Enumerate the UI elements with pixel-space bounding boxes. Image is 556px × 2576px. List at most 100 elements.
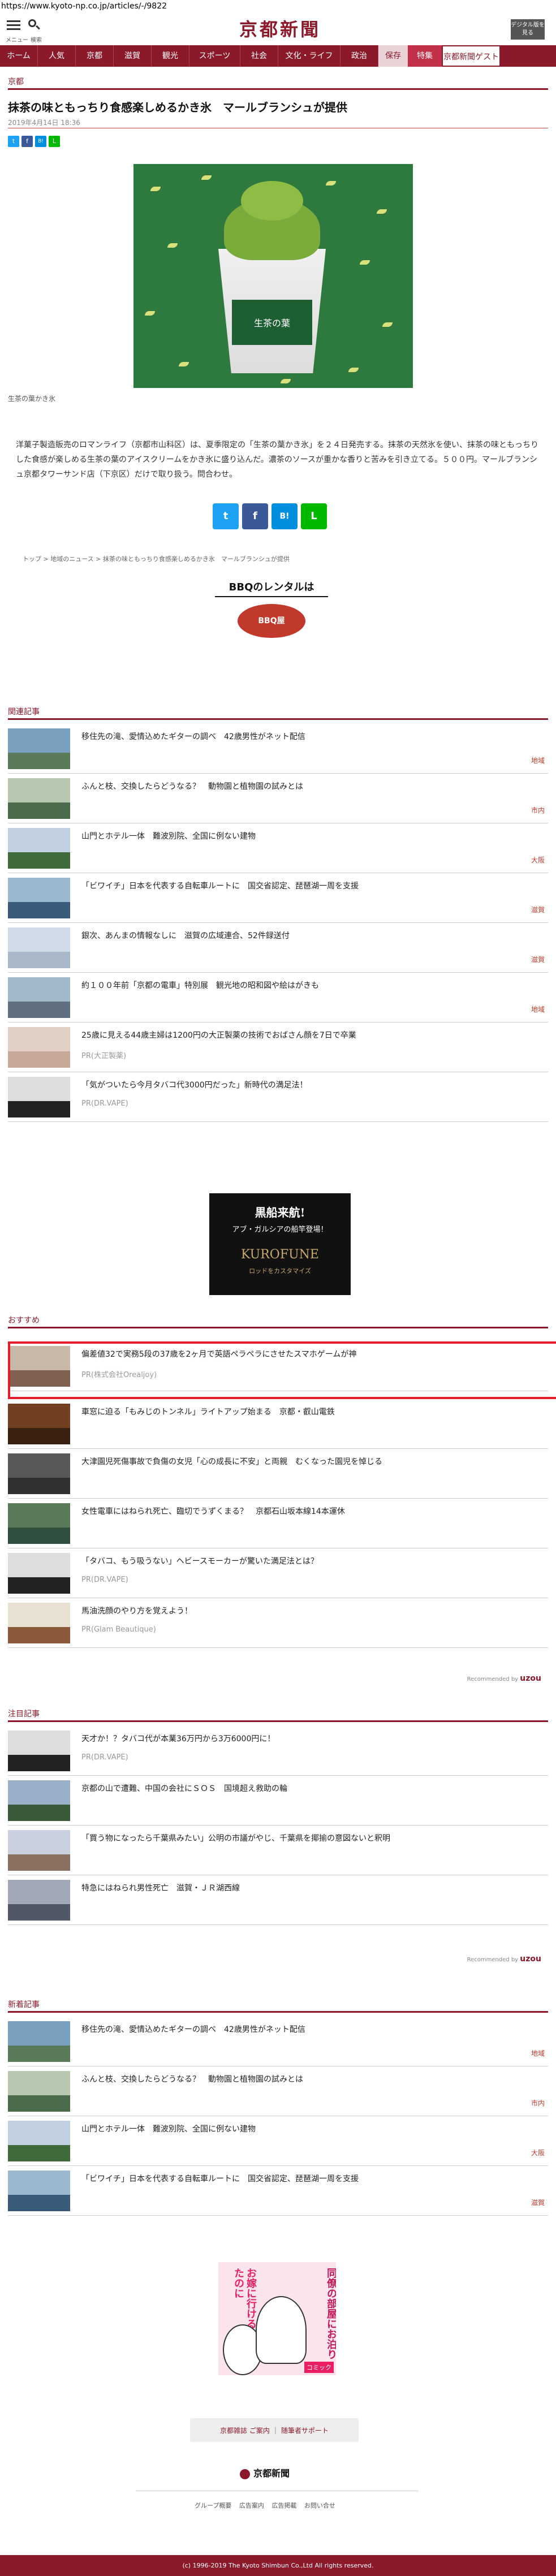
footer-logo-icon	[240, 2469, 250, 2479]
list-item[interactable]: 京都の山で遭難、中国の会社にＳＯＳ 国境超え救助の輪	[8, 1776, 548, 1826]
footer-buttons: 京都雑誌 ご案内 | 随筆者サポート	[190, 2418, 359, 2442]
list-item[interactable]: 「気がついたら今月タバコ代3000円だった」新時代の満足法！ PR(DR.VAPE…	[8, 1072, 548, 1122]
list-item[interactable]: 約１００年前「京都の電車」特別展 観光地の昭和図や絵はがきも 地域	[8, 973, 548, 1022]
uzou-credit[interactable]: Recommended by uzou	[467, 1674, 541, 1683]
menu-label: メニュー	[6, 37, 28, 44]
list-item[interactable]: 天才か！？タバコ代が本業36万円から3万6000円に！ PR(DR.VAPE)	[8, 1726, 548, 1776]
digital-button[interactable]: デジタル版を見る	[511, 19, 545, 40]
nav-society[interactable]: 社会	[240, 45, 278, 67]
ad-text: 同僚の部屋にお泊り	[325, 2268, 336, 2359]
list-item[interactable]: 「タバコ、もう吸うない」ヘビースモーカーが驚いた満足法とは？ PR(DR.VAPE…	[8, 1548, 548, 1598]
breadcrumb-home[interactable]: トップ	[23, 555, 41, 563]
uzou-credit[interactable]: Recommended by uzou	[467, 1954, 541, 1964]
latest-heading: 新着記事	[8, 2000, 40, 2009]
twitter-share-icon[interactable]: t	[8, 136, 19, 147]
line-share-icon[interactable]: L	[49, 136, 60, 147]
list-item[interactable]: 移住先の滝、愛情込めたギターの調べ 42歳男性がネット配信 地域	[8, 2017, 548, 2066]
list-item[interactable]: 「ビワイチ」日本を代表する自転車ルートに 国交省認定、琵琶湖一周を支援 滋賀	[8, 873, 548, 923]
thumbnail	[8, 977, 70, 1018]
copyright-bar: (c) 1996-2019 The Kyoto Shimbun Co.,Ltd …	[0, 2555, 556, 2576]
ad-caption: ロッドをカスタマイズ	[249, 1267, 311, 1275]
list-item[interactable]: 車窓に迫る「もみじのトンネル」ライトアップ始まる 京都・叡山電鉄	[8, 1399, 548, 1449]
breadcrumb-local[interactable]: 地域のニュース	[50, 555, 93, 563]
facebook-share-icon[interactable]: f	[21, 136, 33, 147]
section-label: 京都	[8, 77, 24, 87]
ad-headline: 黒船来航!	[255, 1206, 305, 1219]
bbq-ad[interactable]: BBQのレンタルは BBQ屋	[215, 579, 328, 641]
footer-links[interactable]: グループ概要 広告案内 広告掲載 お問い合せ	[195, 2501, 335, 2510]
nav-guest[interactable]: 京都新聞ゲスト	[442, 45, 501, 67]
nav-popular[interactable]: 人気	[38, 45, 76, 67]
search-label: 検索	[31, 37, 42, 44]
facebook-share-button[interactable]: f	[242, 503, 268, 529]
nav-sports[interactable]: スポーツ	[189, 45, 240, 67]
nav-special[interactable]: 特集	[408, 45, 442, 67]
list-item[interactable]: 「ビワイチ」日本を代表する自転車ルートに 国交省認定、琵琶湖一周を支援 滋賀	[8, 2166, 548, 2216]
list-item[interactable]: ふんと枝、交換したらどうなる？ 動物園と植物園の試みとは 市内	[8, 2066, 548, 2116]
breadcrumb-current: 抹茶の味ともっちり食感楽しめるかき氷 マールブランシュが提供	[102, 555, 290, 563]
thumbnail	[8, 1830, 70, 1871]
article-title: 抹茶の味ともっちり食感楽しめるかき氷 マールブランシュが提供	[8, 101, 347, 114]
bbq-ad-badge: BBQ屋	[238, 604, 305, 638]
list-item[interactable]: ふんと枝、交換したらどうなる？ 動物園と植物園の試みとは 市内	[8, 774, 548, 823]
list-item[interactable]: 移住先の滝、愛情込めたギターの調べ 42歳男性がネット配信 地域	[8, 724, 548, 774]
kurofune-ad[interactable]: 黒船来航! アブ・ガルシアの船竿登場！ KUROFUNE ロッドをカスタマイズ	[209, 1193, 351, 1295]
breadcrumb: トップ > 地域のニュース > 抹茶の味ともっちり食感楽しめるかき氷 マールブラ…	[23, 555, 290, 563]
thumbnail	[8, 1731, 70, 1771]
thumbnail	[8, 1077, 70, 1117]
list-item[interactable]: 山門とホテル一体 難波別院、全国に例ない建物 大阪	[8, 823, 548, 873]
thumbnail	[8, 2171, 70, 2211]
nav-saved[interactable]: 保存	[378, 45, 408, 67]
bbq-ad-title: BBQのレンタルは	[215, 579, 328, 597]
list-item[interactable]: 特急にはねられ男性死亡 滋賀・ＪＲ湖西線	[8, 1875, 548, 1925]
footer-logo[interactable]: 京都新聞	[240, 2466, 290, 2479]
line-share-button[interactable]: L	[301, 503, 327, 529]
site-logo[interactable]: 京都新聞	[226, 18, 334, 41]
footer-link-support[interactable]: 随筆者サポート	[281, 2426, 329, 2435]
ad-subline: アブ・ガルシアの船竿登場！	[232, 1226, 328, 1234]
thumbnail	[8, 878, 70, 918]
list-item[interactable]: 馬油洗顔のやり方を覚えよう！ PR(Glam Beautique)	[8, 1598, 548, 1648]
list-item[interactable]: 女性電車にはねられ死亡、臨切でうずくまる？ 京都石山坂本線14本運休	[8, 1499, 548, 1548]
thumbnail	[8, 1880, 70, 1921]
nav-culture[interactable]: 文化・ライフ	[278, 45, 341, 67]
recommended-heading: おすすめ	[8, 1316, 40, 1325]
list-item[interactable]: 大津園児死傷事故で負傷の女児「心の成長に不安」と両親 むくなった園児を悼じる	[8, 1449, 548, 1499]
nav-tourism[interactable]: 観光	[152, 45, 189, 67]
list-item[interactable]: 「買う物になったら千葉県みたい」公明の市議がやじ、千葉県を揶揄の意図ないと釈明	[8, 1826, 548, 1875]
thumbnail	[8, 828, 70, 869]
footer-link-magazine[interactable]: 京都雑誌 ご案内	[220, 2426, 270, 2435]
cup-label: 生茶の葉	[253, 318, 290, 329]
ad-label: コミック	[304, 2362, 334, 2373]
nav-politics[interactable]: 政治	[341, 45, 378, 67]
list-item[interactable]: 25歳に見える44歳主婦は1200円の大正製薬の技術でおばさん顔を7日で卒業 PR…	[8, 1022, 548, 1072]
list-item[interactable]: 山門とホテル一体 難波別院、全国に例ない建物 大阪	[8, 2116, 548, 2166]
thumbnail	[8, 2021, 70, 2062]
hatena-share-icon[interactable]: B!	[35, 136, 46, 147]
ad-brand: KUROFUNE	[241, 1248, 319, 1262]
hatena-share-button[interactable]: B!	[271, 503, 298, 529]
thumbnail	[8, 1503, 70, 1544]
highlighted-item-frame	[8, 1341, 556, 1399]
thumbnail	[8, 1780, 70, 1821]
divider	[8, 1327, 548, 1328]
noted-heading: 注目記事	[8, 1710, 40, 1719]
menu-icon[interactable]	[7, 18, 20, 33]
thumbnail	[8, 1027, 70, 1068]
divider	[8, 718, 548, 720]
article-body: 洋菓子製造販売のロマンライフ（京都市山科区）は、夏季限定の「生茶の葉かき氷」を２…	[16, 441, 538, 479]
search-icon[interactable]	[27, 18, 41, 33]
image-caption: 生茶の葉かき氷	[8, 395, 56, 403]
article-photo: 生茶の葉	[133, 164, 413, 388]
thumbnail	[8, 1404, 70, 1444]
kakigori-cup: 生茶の葉	[218, 249, 326, 373]
comic-ad[interactable]: お嫁に行けると思ってたのに 同僚の部屋にお泊り コミック	[218, 2262, 336, 2375]
url-bar[interactable]: https://www.kyoto-np.co.jp/articles/-/98…	[0, 0, 556, 14]
nav-home[interactable]: ホーム	[0, 45, 38, 67]
divider	[8, 2011, 548, 2013]
site-header: メニュー 検索 京都新聞 デジタル版を見る	[0, 14, 556, 44]
twitter-share-button[interactable]: t	[213, 503, 239, 529]
list-item[interactable]: 銀次、あんまの情報なしに 滋賀の広域連合、52件録送付 滋賀	[8, 923, 548, 973]
nav-shiga[interactable]: 滋賀	[114, 45, 152, 67]
nav-kyoto[interactable]: 京都	[76, 45, 114, 67]
